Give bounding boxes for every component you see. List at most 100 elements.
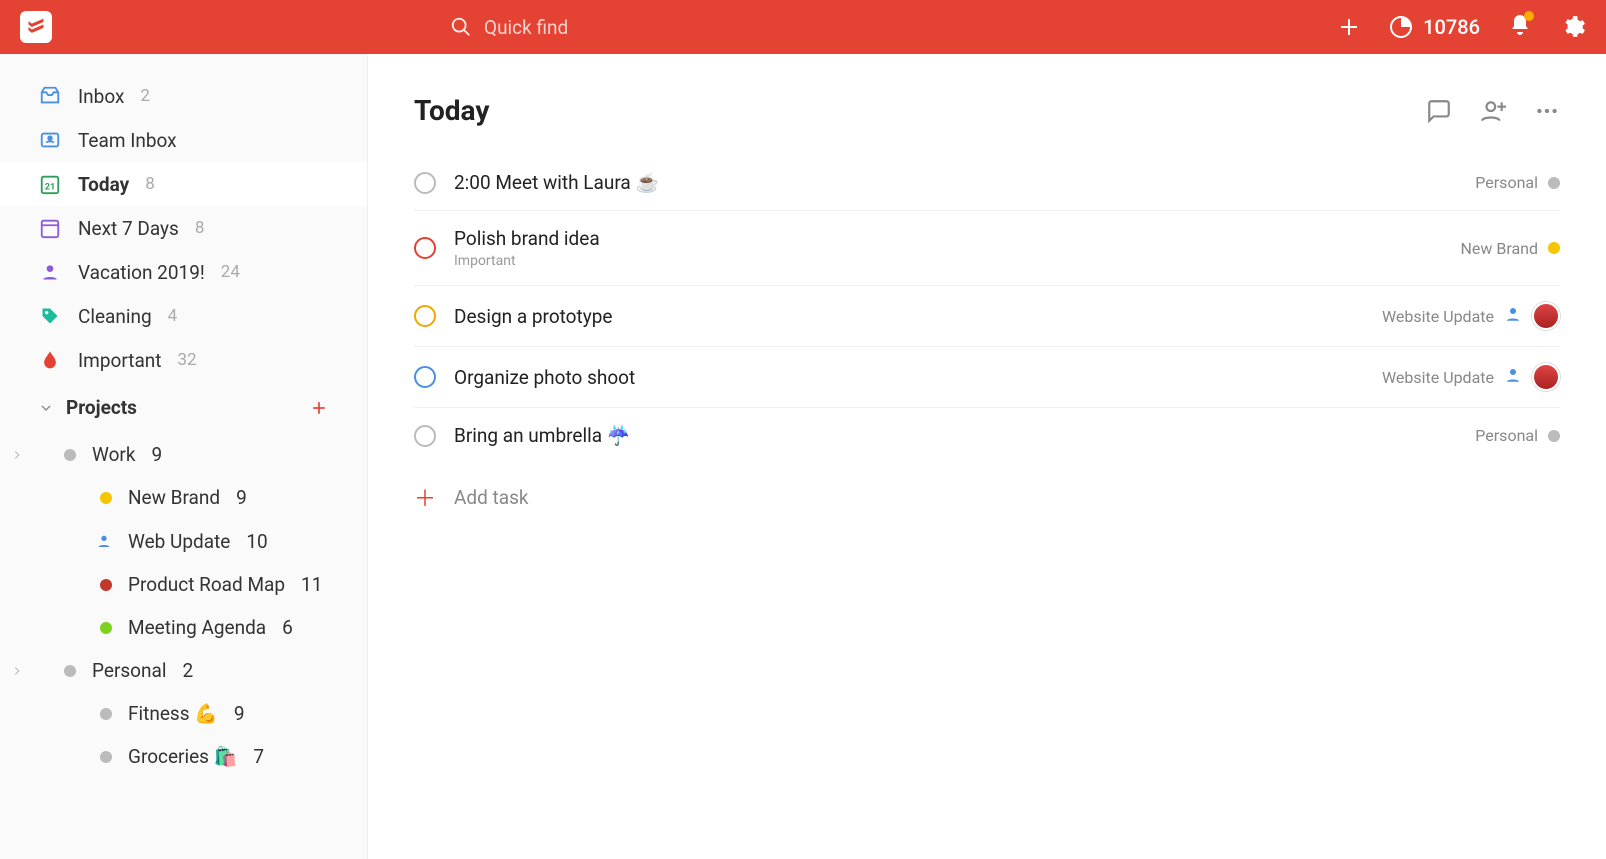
project-new-brand[interactable]: New Brand 9 (0, 476, 367, 519)
project-label: Groceries 🛍️ (128, 745, 237, 768)
project-groceries[interactable]: Groceries 🛍️ 7 (0, 735, 367, 778)
sidebar-item-label: Next 7 Days (78, 217, 179, 240)
project-count: 9 (236, 486, 247, 509)
add-project-icon[interactable] (309, 398, 329, 418)
sidebar-item-today[interactable]: 21 Today 8 (0, 162, 367, 206)
settings-icon[interactable] (1560, 14, 1586, 40)
task-meta: Website Update (1382, 302, 1560, 330)
sidebar-item-label: Team Inbox (78, 129, 177, 152)
main-header: Today (414, 94, 1560, 127)
add-task-button[interactable]: ＋ Add task (414, 463, 1560, 531)
add-task-label: Add task (454, 486, 529, 509)
project-color-dot (100, 708, 112, 720)
search-icon (450, 16, 472, 38)
quick-find-search[interactable] (450, 16, 784, 39)
task-body: Polish brand ideaImportant (454, 227, 1442, 269)
task-project-label: Website Update (1382, 368, 1494, 387)
sidebar-item-label: Vacation 2019! (78, 261, 205, 284)
sidebar-item-count: 4 (168, 306, 178, 326)
project-web-update[interactable]: Web Update 10 (0, 519, 367, 563)
project-personal[interactable]: Personal 2 (0, 649, 367, 692)
project-meeting-agenda[interactable]: Meeting Agenda 6 (0, 606, 367, 649)
task-project-label: Personal (1475, 426, 1538, 445)
project-color-dot (64, 665, 76, 677)
task-title: Bring an umbrella ☔ (454, 424, 1457, 447)
task-subtitle: Important (454, 253, 1442, 269)
sidebar-item-team-inbox[interactable]: Team Inbox (0, 118, 367, 162)
sidebar: Inbox 2 Team Inbox 21 Today 8 Next 7 Day… (0, 54, 368, 859)
inbox-icon (38, 84, 62, 108)
project-label: New Brand (128, 486, 220, 509)
sidebar-item-label: Today (78, 173, 129, 196)
drop-icon (38, 348, 62, 372)
task-row[interactable]: Bring an umbrella ☔ Personal (414, 408, 1560, 463)
notifications-button[interactable] (1508, 13, 1532, 41)
person-icon (96, 529, 112, 553)
task-project-label: Website Update (1382, 307, 1494, 326)
project-count: 2 (182, 659, 193, 682)
task-row[interactable]: 2:00 Meet with Laura ☕Personal (414, 155, 1560, 211)
view-actions (1426, 98, 1560, 124)
project-count: 6 (282, 616, 293, 639)
top-bar: 10786 (0, 0, 1606, 54)
sidebar-item-count: 8 (195, 218, 205, 238)
app-logo[interactable] (20, 11, 52, 43)
sidebar-item-next7days[interactable]: Next 7 Days 8 (0, 206, 367, 250)
chevron-right-icon[interactable] (10, 664, 24, 678)
project-count: 9 (234, 702, 245, 725)
sidebar-item-count: 32 (178, 350, 197, 370)
task-row[interactable]: Organize photo shoot Website Update (414, 347, 1560, 408)
sidebar-item-cleaning[interactable]: Cleaning 4 (0, 294, 367, 338)
project-count: 10 (246, 530, 267, 553)
task-title: Design a prototype (454, 305, 1364, 328)
sidebar-item-vacation2019[interactable]: Vacation 2019! 24 (0, 250, 367, 294)
project-label: Work (92, 443, 135, 466)
project-label: Meeting Agenda (128, 616, 266, 639)
project-product-road-map[interactable]: Product Road Map 11 (0, 563, 367, 606)
projects-section-header[interactable]: Projects (0, 382, 367, 433)
project-work[interactable]: Work 9 (0, 433, 367, 476)
project-label: Fitness 💪 (128, 702, 218, 725)
sidebar-item-important[interactable]: Important 32 (0, 338, 367, 382)
person-filter-icon (38, 260, 62, 284)
project-color-dot (100, 492, 112, 504)
task-checkbox[interactable] (414, 425, 436, 447)
task-row[interactable]: Polish brand ideaImportant New Brand (414, 211, 1560, 286)
more-icon[interactable] (1534, 98, 1560, 124)
search-input[interactable] (484, 16, 784, 39)
chevron-down-icon (38, 400, 54, 416)
task-body: Bring an umbrella ☔ (454, 424, 1457, 447)
task-project-label: New Brand (1460, 239, 1538, 258)
task-checkbox[interactable] (414, 366, 436, 388)
task-checkbox[interactable] (414, 305, 436, 327)
task-checkbox[interactable] (414, 237, 436, 259)
sidebar-item-inbox[interactable]: Inbox 2 (0, 74, 367, 118)
karma-counter[interactable]: 10786 (1389, 15, 1480, 39)
task-meta: Personal (1475, 426, 1560, 445)
assignee-avatar[interactable] (1532, 363, 1560, 391)
todoist-logo-icon (26, 17, 46, 37)
project-fitness[interactable]: Fitness 💪 9 (0, 692, 367, 735)
sidebar-item-count: 24 (221, 262, 240, 282)
task-body: Organize photo shoot (454, 366, 1364, 389)
project-color-dot (1548, 242, 1560, 254)
karma-icon (1389, 15, 1413, 39)
assignee-avatar[interactable] (1532, 302, 1560, 330)
project-color-dot (100, 751, 112, 763)
task-meta: New Brand (1460, 239, 1560, 258)
chevron-right-icon[interactable] (10, 448, 24, 462)
add-task-icon[interactable] (1337, 15, 1361, 39)
task-checkbox[interactable] (414, 172, 436, 194)
project-count: 11 (301, 573, 322, 596)
project-color-dot (1548, 430, 1560, 442)
notification-dot (1524, 11, 1534, 21)
share-icon[interactable] (1480, 98, 1506, 124)
project-count: 7 (253, 745, 264, 768)
task-row[interactable]: Design a prototype Website Update (414, 286, 1560, 347)
svg-text:21: 21 (45, 183, 56, 193)
calendar-icon (38, 216, 62, 240)
main-content: Today 2:00 Meet with Laura ☕PersonalPoli… (368, 54, 1606, 859)
comments-icon[interactable] (1426, 98, 1452, 124)
task-project-label: Personal (1475, 173, 1538, 192)
sidebar-item-label: Important (78, 349, 162, 372)
